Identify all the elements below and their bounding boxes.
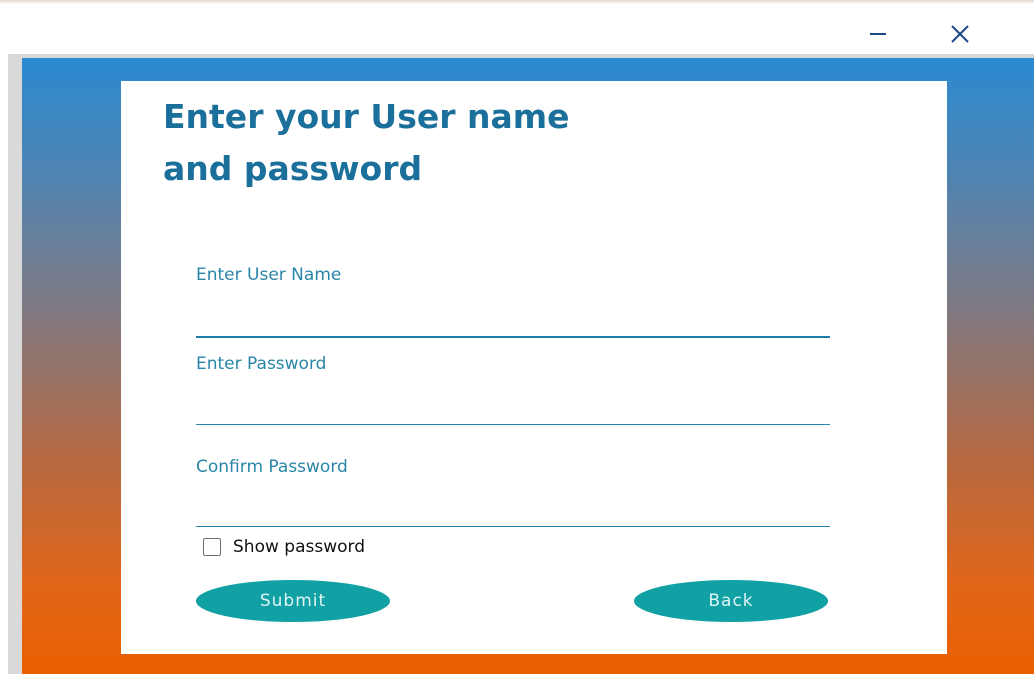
confirm-password-input[interactable]	[196, 493, 832, 523]
confirm-password-label: Confirm Password	[196, 457, 348, 477]
minimize-icon	[870, 33, 886, 35]
login-card: Enter your User name and password Enter …	[121, 81, 947, 654]
close-icon	[951, 25, 969, 43]
page-title-line-2: and password	[163, 149, 423, 188]
window-title-bar	[0, 4, 1034, 54]
confirm-password-underline	[196, 526, 830, 527]
password-label: Enter Password	[196, 354, 327, 374]
page-title: Enter your User name and password	[163, 91, 803, 195]
submit-button[interactable]: Submit	[196, 580, 390, 622]
close-button[interactable]	[937, 14, 983, 54]
show-password-toggle[interactable]: Show password	[203, 537, 365, 557]
show-password-label: Show password	[233, 537, 365, 557]
minimize-button[interactable]	[855, 14, 901, 54]
password-input[interactable]	[196, 391, 832, 421]
show-password-checkbox[interactable]	[203, 538, 221, 556]
password-underline	[196, 424, 830, 425]
username-label: Enter User Name	[196, 265, 342, 285]
username-underline	[196, 336, 830, 338]
submit-button-label: Submit	[259, 591, 327, 611]
back-button-label: Back	[708, 591, 754, 611]
page-title-line-1: Enter your User name	[163, 97, 570, 136]
back-button[interactable]: Back	[634, 580, 828, 622]
username-input[interactable]	[196, 303, 832, 333]
